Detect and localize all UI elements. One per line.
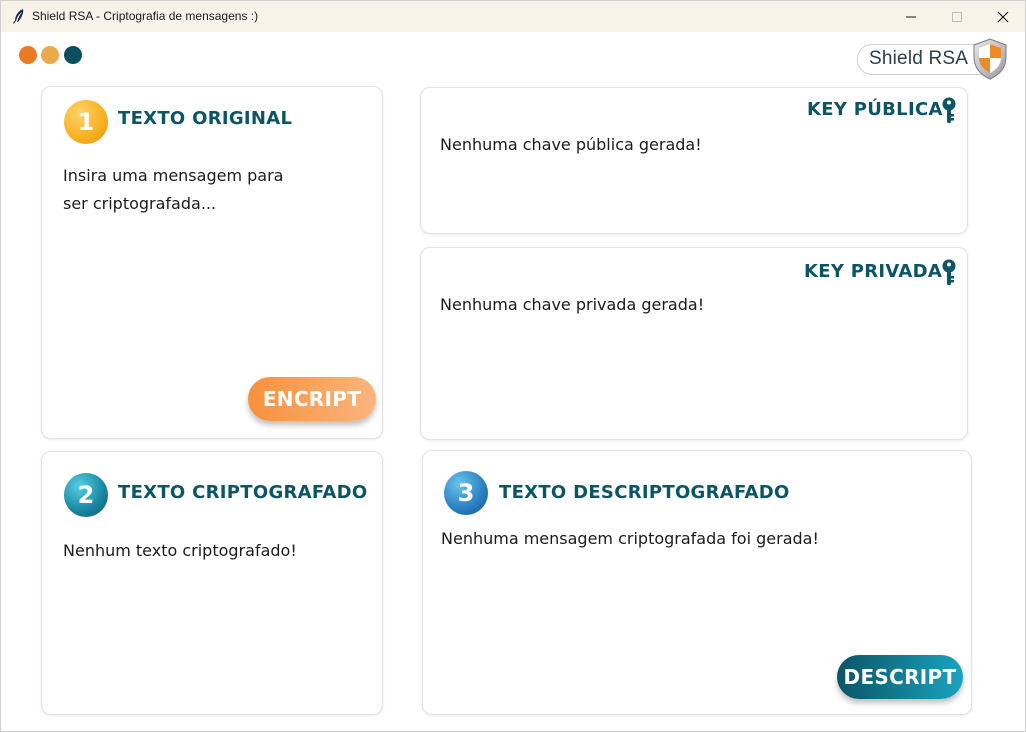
logo-text: Shield RSA <box>869 48 969 69</box>
step-badge-3: 3 <box>444 471 488 515</box>
decrypted-text-title: TEXTO DESCRIPTOGRAFADO <box>499 482 790 503</box>
dot-orange <box>19 46 37 64</box>
private-key-title: KEY PRIVADA <box>804 261 943 282</box>
feather-icon <box>12 9 24 24</box>
dot-amber <box>41 46 59 64</box>
close-button[interactable] <box>980 1 1025 32</box>
encript-button[interactable]: ENCRIPT <box>248 377 376 421</box>
decrypted-text-output: Nenhuma mensagem criptografada foi gerad… <box>441 529 819 548</box>
encrypted-text-output: Nenhum texto criptografado! <box>63 541 297 560</box>
minimize-button[interactable] <box>888 1 934 32</box>
shield-icon <box>973 38 1007 80</box>
private-key-text: Nenhuma chave privada gerada! <box>440 295 705 314</box>
original-text-input[interactable] <box>63 162 363 352</box>
step-badge-2: 2 <box>64 473 108 517</box>
key-icon <box>942 97 956 123</box>
dot-teal <box>64 46 82 64</box>
title-bar: Shield RSA - Criptografia de mensagens :… <box>1 1 1025 32</box>
public-key-title: KEY PÚBLICA <box>807 99 943 120</box>
step-badge-1: 1 <box>64 100 108 144</box>
maximize-button[interactable] <box>934 1 980 32</box>
minimize-icon <box>906 16 916 18</box>
key-icon <box>942 259 956 285</box>
close-icon <box>997 11 1009 23</box>
app-window: Shield RSA - Criptografia de mensagens :… <box>0 0 1026 732</box>
encrypted-text-title: TEXTO CRIPTOGRAFADO <box>118 482 368 503</box>
maximize-icon <box>952 12 962 22</box>
public-key-text: Nenhuma chave pública gerada! <box>440 135 702 154</box>
descript-button[interactable]: DESCRIPT <box>837 655 963 699</box>
original-text-title: TEXTO ORIGINAL <box>118 108 293 129</box>
window-title: Shield RSA - Criptografia de mensagens :… <box>32 9 259 23</box>
